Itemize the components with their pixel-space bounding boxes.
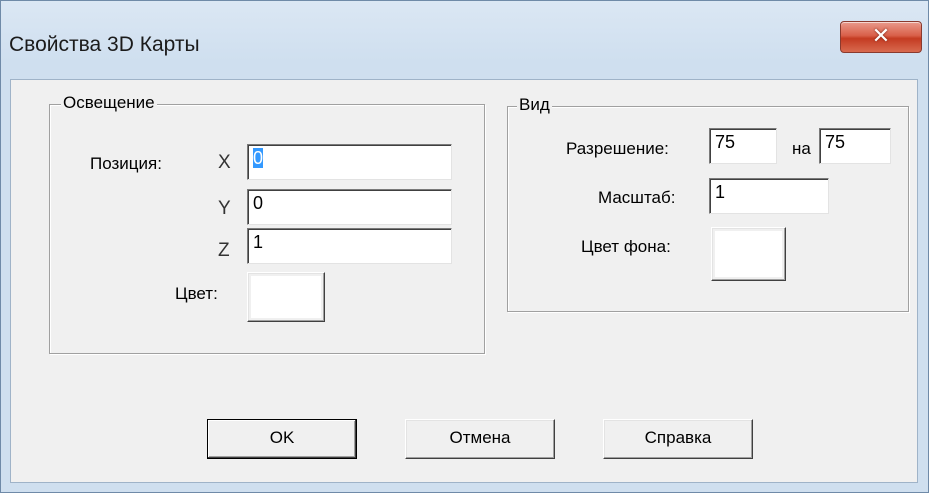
scale-input[interactable]: 1	[709, 178, 829, 214]
dialog-body: Освещение Позиция: X 0 Y 0 Z 1 Цвет: Вид…	[10, 79, 918, 483]
light-z-input[interactable]: 1	[247, 228, 452, 264]
light-x-input[interactable]: 0	[247, 144, 452, 180]
position-label: Позиция:	[90, 154, 162, 173]
resolution-width-input[interactable]: 75	[709, 128, 777, 164]
ok-button[interactable]: OK	[207, 419, 357, 459]
bg-color-label: Цвет фона:	[581, 237, 671, 256]
close-icon: ✕	[871, 24, 891, 49]
lighting-group-label: Освещение	[61, 93, 157, 113]
light-x-value: 0	[253, 148, 264, 168]
cancel-button[interactable]: Отмена	[405, 419, 555, 459]
close-button[interactable]: ✕	[840, 21, 922, 53]
properties-dialog: Свойства 3D Карты ✕ Освещение Позиция: X…	[0, 0, 929, 493]
title-bar[interactable]: Свойства 3D Карты ✕	[1, 1, 928, 79]
light-color-button[interactable]	[247, 272, 325, 322]
view-group-label: Вид	[517, 95, 552, 115]
light-y-input[interactable]: 0	[247, 189, 452, 225]
x-label: X	[218, 152, 231, 173]
bg-color-button[interactable]	[711, 227, 786, 281]
dialog-title: Свойства 3D Карты	[9, 33, 200, 56]
bg-color-swatch	[715, 231, 782, 277]
scale-label: Масштаб:	[598, 188, 676, 207]
light-color-label: Цвет:	[175, 284, 218, 303]
by-label: на	[792, 139, 811, 158]
resolution-label: Разрешение:	[566, 139, 669, 158]
z-label: Z	[218, 240, 230, 261]
light-color-swatch	[251, 276, 321, 318]
resolution-height-input[interactable]: 75	[819, 128, 891, 164]
y-label: Y	[218, 198, 231, 219]
help-button[interactable]: Справка	[603, 419, 753, 459]
